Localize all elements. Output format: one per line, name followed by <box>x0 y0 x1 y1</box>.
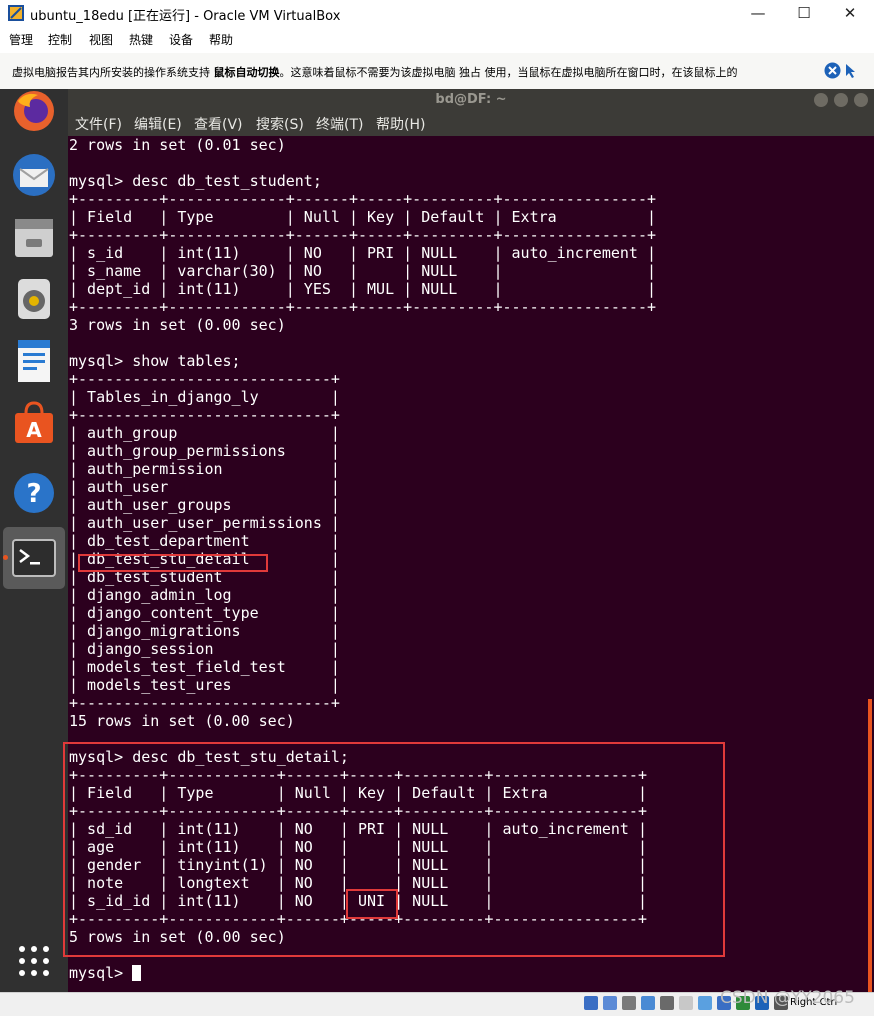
usb-icon[interactable] <box>660 996 674 1010</box>
mouse-integration-icon[interactable] <box>843 62 860 79</box>
terminal-line: | django_admin_log | <box>69 586 340 604</box>
terminal-line: | auth_group_permissions | <box>69 442 340 460</box>
terminal-menubar: 文件(F) 编辑(E) 查看(V) 搜索(S) 终端(T) 帮助(H) <box>68 111 874 136</box>
watermark: CSDN @YY2065 <box>720 988 855 1008</box>
terminal-line: | django_migrations | <box>69 622 340 640</box>
terminal-menu-view[interactable]: 查看(V) <box>194 114 243 134</box>
terminal-line: +---------+-------------+------+-----+--… <box>69 226 656 244</box>
terminal-menu-help[interactable]: 帮助(H) <box>376 114 425 134</box>
terminal-titlebar: bd@DF: ~ <box>68 89 874 111</box>
highlight-desc-output <box>63 742 725 957</box>
virtualbox-icon <box>8 5 24 21</box>
terminal-line: | auth_permission | <box>69 460 340 478</box>
notification-close-icon[interactable] <box>824 62 841 79</box>
terminal-line: | auth_group | <box>69 424 340 442</box>
terminal-line: | Field | Type | Null | Key | Default | … <box>69 208 656 226</box>
firefox-icon[interactable] <box>10 89 58 137</box>
libreoffice-writer-icon[interactable] <box>10 337 58 385</box>
terminal-line: 3 rows in set (0.00 sec) <box>69 316 286 334</box>
terminal-line: | db_test_department | <box>69 532 340 550</box>
terminal-line: 2 rows in set (0.01 sec) <box>69 136 286 154</box>
highlight-db-test-stu-detail <box>78 554 268 572</box>
svg-text:?: ? <box>26 479 41 509</box>
terminal-line: +----------------------------+ <box>69 694 340 712</box>
maximize-button[interactable]: ☐ <box>781 0 827 28</box>
terminal-line: | dept_id | int(11) | YES | MUL | NULL |… <box>69 280 656 298</box>
rhythmbox-icon[interactable] <box>10 275 58 323</box>
terminal-menu-edit[interactable]: 编辑(E) <box>134 114 182 134</box>
menu-devices[interactable]: 设备 <box>169 31 193 48</box>
audio-icon[interactable] <box>622 996 636 1010</box>
files-icon[interactable] <box>10 213 58 261</box>
terminal-line: | s_name | varchar(30) | NO | | NULL | | <box>69 262 656 280</box>
terminal-line: | auth_user | <box>69 478 340 496</box>
close-button[interactable]: ✕ <box>827 0 873 28</box>
menu-manage[interactable]: 管理 <box>9 31 33 48</box>
terminal-icon[interactable] <box>10 534 58 582</box>
terminal-line: | django_session | <box>69 640 340 658</box>
menu-view[interactable]: 视图 <box>89 31 113 48</box>
terminal-menu-file[interactable]: 文件(F) <box>75 114 122 134</box>
terminal-scrollbar[interactable] <box>868 699 872 992</box>
mouse-integration-notification: 虚拟电脑报告其内所安装的操作系统支持 鼠标自动切换。这意味着鼠标不需要为该虚拟电… <box>0 53 874 90</box>
software-center-icon[interactable]: A <box>10 399 58 447</box>
thunderbird-icon[interactable] <box>10 151 58 199</box>
terminal-menu-search[interactable]: 搜索(S) <box>256 114 304 134</box>
terminal-prompt: mysql> <box>69 964 133 982</box>
show-applications-icon[interactable] <box>10 937 58 985</box>
terminal-line: +---------+-------------+------+-----+--… <box>69 190 656 208</box>
shared-folders-icon[interactable] <box>679 996 693 1010</box>
terminal-line: | django_content_type | <box>69 604 340 622</box>
terminal-output[interactable]: 2 rows in set (0.01 sec) mysql> desc db_… <box>63 136 874 992</box>
terminal-close-button[interactable] <box>854 93 868 107</box>
menu-help[interactable]: 帮助 <box>209 31 233 48</box>
terminal-line: mysql> desc db_test_student; <box>69 172 322 190</box>
optical-drive-icon[interactable] <box>603 996 617 1010</box>
terminal-line: | s_id | int(11) | NO | PRI | NULL | aut… <box>69 244 656 262</box>
vbox-menubar: 管理 控制 视图 热键 设备 帮助 <box>0 28 874 50</box>
terminal-menu-terminal[interactable]: 终端(T) <box>316 114 363 134</box>
terminal-title: bd@DF: ~ <box>435 92 507 107</box>
ubuntu-dock: A ? <box>0 89 68 992</box>
hard-disk-icon[interactable] <box>584 996 598 1010</box>
window-title: ubuntu_18edu [正在运行] - Oracle VM VirtualB… <box>30 9 341 24</box>
vm-screen: A ? bd@DF: ~ 文件(F) 编辑(E) 查看(V) 搜索(S) 终端(… <box>0 89 874 992</box>
window-titlebar: ubuntu_18edu [正在运行] - Oracle VM VirtualB… <box>0 0 874 28</box>
terminal-line: | auth_user_groups | <box>69 496 340 514</box>
help-icon[interactable]: ? <box>10 469 58 517</box>
vbox-statusbar: Right Ctrl CSDN @YY2065 <box>0 988 874 1016</box>
minimize-button[interactable]: — <box>735 0 781 28</box>
terminal-line: | auth_user_user_permissions | <box>69 514 340 532</box>
menu-control[interactable]: 控制 <box>48 31 72 48</box>
terminal-line: +----------------------------+ <box>69 370 340 388</box>
terminal-line: +---------+-------------+------+-----+--… <box>69 298 656 316</box>
menu-hotkeys[interactable]: 热键 <box>129 31 153 48</box>
terminal-minimize-button[interactable] <box>814 93 828 107</box>
terminal-line: | models_test_field_test | <box>69 658 340 676</box>
terminal-line: +----------------------------+ <box>69 406 340 424</box>
highlight-uni-key <box>346 889 398 919</box>
notification-text: 虚拟电脑报告其内所安装的操作系统支持 鼠标自动切换。这意味着鼠标不需要为该虚拟电… <box>12 66 738 79</box>
dock-running-indicator <box>3 555 8 560</box>
terminal-cursor <box>132 965 142 981</box>
terminal-maximize-button[interactable] <box>834 93 848 107</box>
terminal-line: 15 rows in set (0.00 sec) <box>69 712 295 730</box>
network-icon[interactable] <box>641 996 655 1010</box>
terminal-line: | Tables_in_django_ly | <box>69 388 340 406</box>
terminal-line: mysql> show tables; <box>69 352 241 370</box>
terminal-line: | models_test_ures | <box>69 676 340 694</box>
display-icon[interactable] <box>698 996 712 1010</box>
svg-text:A: A <box>26 418 42 442</box>
